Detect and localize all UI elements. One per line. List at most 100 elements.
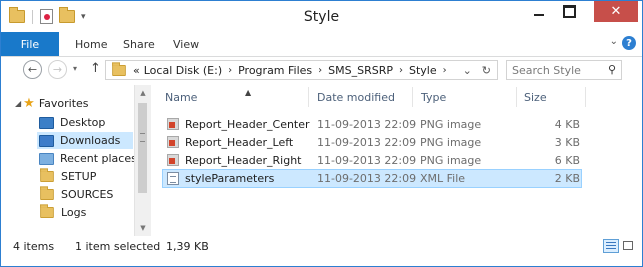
sort-ascending-icon: ▲ xyxy=(245,88,252,97)
refresh-icon[interactable]: ↻ xyxy=(482,64,491,77)
scroll-up-icon[interactable]: ▲ xyxy=(135,85,151,101)
file-type: PNG image xyxy=(420,136,482,149)
column-header-type[interactable]: Type xyxy=(421,91,446,104)
file-name: Report_Header_Left xyxy=(185,136,294,149)
breadcrumb-separator-icon[interactable]: › xyxy=(399,65,403,76)
up-button[interactable]: ↑ xyxy=(90,61,101,76)
png-file-icon xyxy=(167,154,179,166)
folder-icon xyxy=(112,61,126,76)
status-item-count: 4 items xyxy=(13,240,55,253)
tab-file[interactable]: File xyxy=(1,32,59,56)
column-name-label: Name xyxy=(165,91,198,104)
tab-share[interactable]: Share xyxy=(123,38,155,51)
help-button[interactable]: ? xyxy=(622,36,636,50)
file-type: PNG image xyxy=(420,118,482,131)
large-icons-view-icon[interactable] xyxy=(621,239,637,253)
file-size: 6 KB xyxy=(554,154,580,167)
tab-view[interactable]: View xyxy=(173,38,199,51)
file-type: PNG image xyxy=(420,154,482,167)
breadcrumb-overflow[interactable]: « xyxy=(133,64,140,77)
file-date: 11-09-2013 22:09 xyxy=(317,172,417,185)
nav-item-label: SOURCES xyxy=(61,188,114,201)
file-date: 11-09-2013 22:09 xyxy=(317,154,417,167)
maximize-button[interactable] xyxy=(554,1,584,22)
expand-ribbon-chevron-icon[interactable]: ⌄ xyxy=(610,36,618,47)
maximize-icon xyxy=(562,5,576,18)
file-name: styleParameters xyxy=(185,172,275,185)
breadcrumb-local-disk[interactable]: Local Disk (E:) xyxy=(144,64,222,77)
nav-item-label: SETUP xyxy=(61,170,97,183)
navigation-bar: ← → ▾ ↑ « Local Disk (E:) › Program File… xyxy=(1,57,642,83)
nav-item-logs[interactable]: Logs xyxy=(39,204,86,221)
breadcrumb-style[interactable]: Style xyxy=(409,64,437,77)
breadcrumb-separator-icon[interactable]: › xyxy=(443,65,447,76)
title-bar: ▾ Style ✕ xyxy=(1,1,642,32)
nav-item-downloads[interactable]: Downloads xyxy=(37,132,133,149)
nav-item-label: Downloads xyxy=(60,134,121,147)
address-bar[interactable]: « Local Disk (E:) › Program Files › SMS_… xyxy=(105,60,498,80)
file-date: 11-09-2013 22:09 xyxy=(317,136,417,149)
nav-item-label: Logs xyxy=(61,206,87,219)
details-view-icon[interactable] xyxy=(603,239,619,253)
file-name: Report_Header_Right xyxy=(185,154,302,167)
breadcrumb-separator-icon[interactable]: › xyxy=(318,65,322,76)
status-selection: 1 item selected xyxy=(75,240,161,253)
column-header-size[interactable]: Size xyxy=(524,91,547,104)
downloads-icon xyxy=(39,134,54,147)
folder-icon xyxy=(40,204,54,219)
png-file-icon xyxy=(167,118,179,130)
back-arrow-icon: ← xyxy=(27,63,38,76)
folder-icon xyxy=(40,168,54,183)
scroll-down-icon[interactable]: ▼ xyxy=(135,220,151,236)
desktop-icon xyxy=(39,116,54,129)
ribbon: File Home Share View ⌄ ? xyxy=(1,32,642,57)
file-row[interactable]: Report_Header_Right 11-09-2013 22:09 PNG… xyxy=(163,152,581,169)
recent-locations-chevron-icon[interactable]: ▾ xyxy=(73,64,77,73)
file-size: 4 KB xyxy=(554,118,580,131)
column-header-date[interactable]: Date modified xyxy=(317,91,395,104)
search-input[interactable] xyxy=(512,63,596,77)
close-button[interactable]: ✕ xyxy=(594,1,638,22)
nav-favorites[interactable]: ◢ ★ Favorites xyxy=(15,95,89,112)
column-header-name[interactable]: Name ▲ xyxy=(165,88,251,104)
file-size: 3 KB xyxy=(554,136,580,149)
nav-item-label: Recent places xyxy=(60,152,137,165)
explorer-window: ▾ Style ✕ File Home Share View ⌄ ? ← → ▾… xyxy=(0,0,643,267)
file-date: 11-09-2013 22:09 xyxy=(317,118,417,131)
search-box[interactable]: ⚲ xyxy=(506,60,622,80)
collapse-chevron-icon[interactable]: ◢ xyxy=(15,99,21,108)
file-row[interactable]: Report_Header_Left 11-09-2013 22:09 PNG … xyxy=(163,134,581,151)
nav-favorites-label: Favorites xyxy=(38,97,89,110)
star-icon: ★ xyxy=(23,96,35,111)
file-list: Name ▲ Date modified Type Size Report_He… xyxy=(151,85,642,235)
minimize-button[interactable] xyxy=(524,1,554,22)
png-file-icon xyxy=(167,136,179,148)
nav-item-desktop[interactable]: Desktop xyxy=(39,114,133,131)
recent-places-icon xyxy=(39,152,54,165)
back-button[interactable]: ← xyxy=(23,60,42,79)
forward-arrow-icon: → xyxy=(52,63,63,76)
file-row[interactable]: Report_Header_Center 11-09-2013 22:09 PN… xyxy=(163,116,581,133)
status-selection-size: 1,39 KB xyxy=(166,240,209,253)
search-icon[interactable]: ⚲ xyxy=(608,63,616,76)
nav-item-setup[interactable]: SETUP xyxy=(39,168,96,185)
tab-home[interactable]: Home xyxy=(75,38,107,51)
navigation-pane-scrollbar[interactable]: ▲ ▼ xyxy=(134,85,151,236)
minimize-icon xyxy=(534,13,544,16)
file-row-selected[interactable]: styleParameters 11-09-2013 22:09 XML Fil… xyxy=(162,169,582,188)
nav-item-sources[interactable]: SOURCES xyxy=(39,186,113,203)
file-type: XML File xyxy=(420,172,466,185)
breadcrumb-program-files[interactable]: Program Files xyxy=(238,64,312,77)
status-bar: 4 items 1 item selected 1,39 KB xyxy=(1,236,642,258)
navigation-pane: ◢ ★ Favorites Desktop Downloads Recent p… xyxy=(1,85,137,235)
file-name: Report_Header_Center xyxy=(185,118,310,131)
nav-item-label: Desktop xyxy=(60,116,106,129)
scrollbar-thumb[interactable] xyxy=(138,103,147,193)
nav-item-recent-places[interactable]: Recent places xyxy=(39,150,137,167)
breadcrumb-sms-srsrp[interactable]: SMS_SRSRP xyxy=(328,64,393,77)
xml-file-icon xyxy=(167,172,179,185)
breadcrumb-separator-icon[interactable]: › xyxy=(228,65,232,76)
file-size: 2 KB xyxy=(554,172,580,185)
forward-button[interactable]: → xyxy=(48,60,67,79)
address-history-chevron-icon[interactable]: ⌄ xyxy=(463,64,472,77)
